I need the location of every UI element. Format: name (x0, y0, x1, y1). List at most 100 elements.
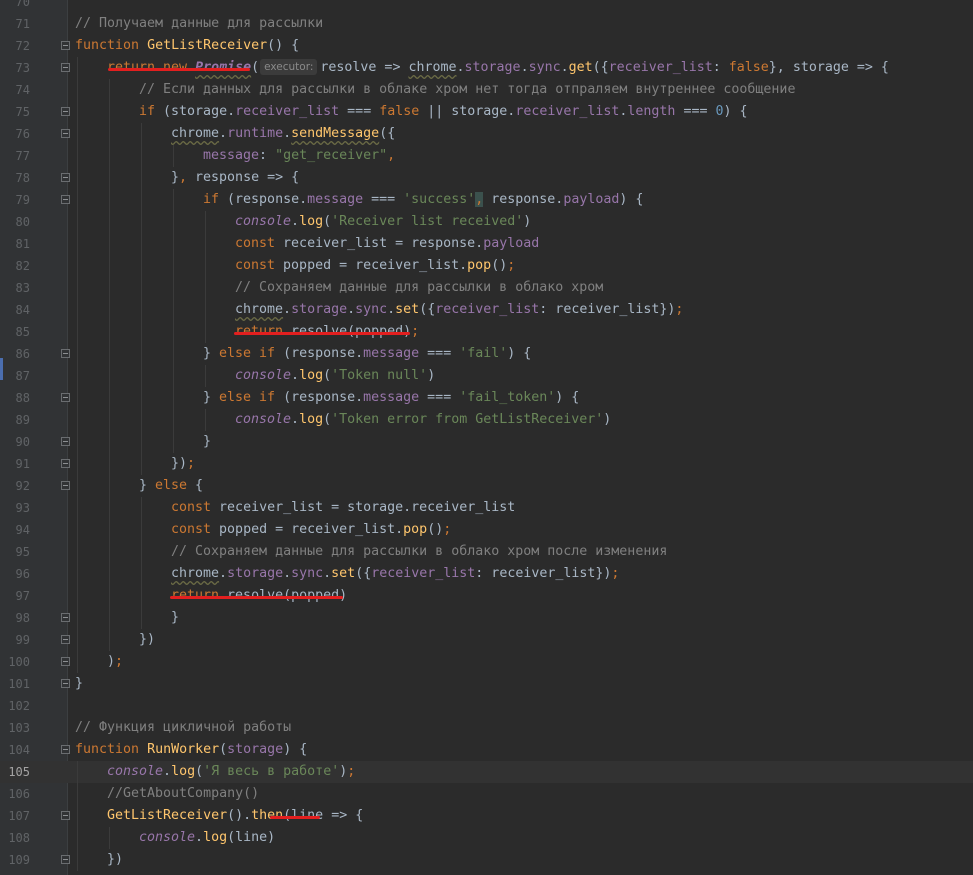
indent-guide (109, 101, 110, 123)
indent-guide (109, 123, 110, 145)
code-line-71[interactable]: 71 // Получаем данные для рассылки (0, 13, 973, 35)
code-text: } else if (response.message === 'fail_to… (203, 387, 579, 409)
code-line-99[interactable]: 99}) (0, 629, 973, 651)
code-token: ) (603, 412, 612, 427)
fold-toggle-icon[interactable] (61, 657, 70, 666)
code-line-82[interactable]: 82 const popped = receiver_list.pop(); (0, 255, 973, 277)
code-line-96[interactable]: 96 chrome.storage.sync.set({receiver_list… (0, 563, 973, 585)
code-line-91[interactable]: 91}); (0, 453, 973, 475)
line-number: 76 (15, 127, 30, 141)
indent-guide (77, 387, 78, 409)
code-token: receiver_list (435, 302, 540, 317)
fold-toggle-icon[interactable] (61, 41, 70, 50)
indent-guide (77, 409, 78, 431)
indent-guide (173, 365, 174, 387)
fold-toggle-icon[interactable] (61, 349, 70, 358)
fold-toggle-icon[interactable] (61, 613, 70, 622)
code-line-70[interactable]: 70 (0, 0, 973, 13)
code-line-94[interactable]: 94 const popped = receiver_list.pop(); (0, 519, 973, 541)
fold-toggle-icon[interactable] (61, 635, 70, 644)
code-line-88[interactable]: 88} else if (response.message === 'fail_… (0, 387, 973, 409)
indent-guide (141, 409, 142, 431)
code-token: } (171, 170, 180, 185)
code-token: ; (443, 522, 452, 537)
fold-toggle-icon[interactable] (61, 811, 70, 820)
fold-toggle-icon[interactable] (61, 63, 70, 72)
indent-guide (109, 629, 110, 651)
indent-guide (109, 409, 110, 431)
indent-guide (109, 431, 110, 453)
code-line-85[interactable]: 85return resolve(popped); (0, 321, 973, 343)
indent-guide (77, 299, 78, 321)
code-token: response => { (195, 170, 300, 185)
code-token: (response. (227, 192, 308, 207)
line-number: 105 (8, 765, 30, 779)
fold-toggle-icon[interactable] (61, 195, 70, 204)
fold-toggle-icon[interactable] (61, 393, 70, 402)
code-line-108[interactable]: 108 console.log(line) (0, 827, 973, 849)
code-token: 'success' (403, 192, 476, 207)
code-line-101[interactable]: 101} (0, 673, 973, 695)
code-line-87[interactable]: 87 console.log('Token null') (0, 365, 973, 387)
code-token: false (728, 60, 769, 75)
code-line-95[interactable]: 95 // Сохраняем данные для рассылки в обл… (0, 541, 973, 563)
fold-toggle-icon[interactable] (61, 481, 70, 490)
code-line-93[interactable]: 93 const receiver_list = storage.receiver… (0, 497, 973, 519)
code-line-98[interactable]: 98} (0, 607, 973, 629)
code-line-75[interactable]: 75 if (storage.receiver_list === false ||… (0, 101, 973, 123)
code-line-81[interactable]: 81 const receiver_list = response.payload (0, 233, 973, 255)
code-line-102[interactable]: 102 (0, 695, 973, 717)
code-line-106[interactable]: 106 //GetAboutCompany() (0, 783, 973, 805)
code-line-100[interactable]: 100); (0, 651, 973, 673)
code-token: } (203, 346, 220, 361)
code-line-104[interactable]: 104 function RunWorker(storage) { (0, 739, 973, 761)
code-line-84[interactable]: 84 chrome.storage.sync.set({receiver_list… (0, 299, 973, 321)
fold-toggle-icon[interactable] (61, 459, 70, 468)
line-number: 93 (15, 501, 30, 515)
code-line-92[interactable]: 92} else { (0, 475, 973, 497)
code-line-103[interactable]: 103 // Функция цикличной работы (0, 717, 973, 739)
code-line-72[interactable]: 72 function GetListReceiver() { (0, 35, 973, 57)
code-line-109[interactable]: 109}) (0, 849, 973, 871)
code-line-97[interactable]: 97return resolve(popped) (0, 585, 973, 607)
code-line-107[interactable]: 107 GetListReceiver().then(line => { (0, 805, 973, 827)
fold-toggle-icon[interactable] (61, 107, 70, 116)
indent-guide (109, 145, 110, 167)
code-editor[interactable]: 70 71 // Получаем данные для рассылки 72 fun… (0, 0, 973, 875)
code-token: log (171, 764, 196, 779)
code-token: pop (403, 522, 428, 537)
fold-toggle-icon[interactable] (61, 437, 70, 446)
code-line-86[interactable]: 86} else if (response.message === 'fail'… (0, 343, 973, 365)
indent-guide (77, 761, 78, 783)
code-token: if (203, 192, 228, 207)
code-token: : receiver_list}) (539, 302, 676, 317)
code-token: ({ (419, 302, 436, 317)
indent-guide (173, 211, 174, 233)
fold-toggle-icon[interactable] (61, 855, 70, 864)
fold-toggle-icon[interactable] (61, 129, 70, 138)
code-line-89[interactable]: 89 console.log('Token error from GetListR… (0, 409, 973, 431)
fold-toggle-icon[interactable] (61, 173, 70, 182)
code-token: ) (523, 214, 532, 229)
code-line-77[interactable]: 77 message: "get_receiver", (0, 145, 973, 167)
code-line-78[interactable]: 78}, response => { (0, 167, 973, 189)
indent-guide (173, 299, 174, 321)
code-line-80[interactable]: 80 console.log('Receiver list received') (0, 211, 973, 233)
code-token: // Если данных для рассылки в облаке хро… (139, 82, 796, 97)
code-line-74[interactable]: 74 // Если данных для рассылки в облаке х… (0, 79, 973, 101)
code-text: console.log(line) (139, 827, 275, 849)
code-line-83[interactable]: 83 // Сохраняем данные для рассылки в обл… (0, 277, 973, 299)
fold-toggle-icon[interactable] (61, 745, 70, 754)
indent-guide (77, 783, 78, 805)
code-token: message (203, 148, 260, 163)
code-line-90[interactable]: 90} (0, 431, 973, 453)
fold-toggle-icon[interactable] (61, 679, 70, 688)
indent-guide (77, 145, 78, 167)
code-line-76[interactable]: 76 chrome.runtime.sendMessage({ (0, 123, 973, 145)
line-number: 70 (15, 0, 30, 9)
line-number: 79 (15, 193, 30, 207)
code-token: const (235, 236, 284, 251)
code-line-105[interactable]: 105 console.log('Я весь в работе'); (0, 761, 973, 783)
code-line-79[interactable]: 79 if (response.message === 'success', re… (0, 189, 973, 211)
code-token: () (427, 522, 444, 537)
